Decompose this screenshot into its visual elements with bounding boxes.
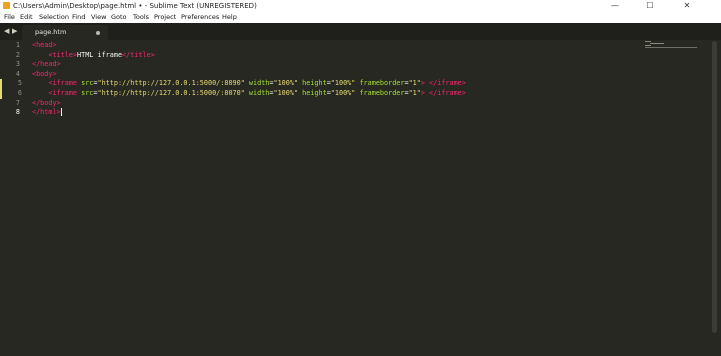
window-title: C:\Users\Admin\Desktop\page.html • - Sub…	[13, 2, 257, 10]
menu-tools[interactable]: Tools	[133, 12, 149, 23]
code-line: <iframe src="http://http://127.0.0.1:500…	[32, 79, 466, 89]
code-token: "http://http://127.0.0.1:5000/:8090"	[97, 79, 245, 88]
code-token: "100%"	[330, 89, 356, 97]
code-token: <title>	[48, 50, 78, 59]
minimap-line	[645, 47, 697, 48]
code-token: HTML iframe	[77, 50, 123, 59]
scroll-thumb[interactable]	[712, 41, 717, 333]
code-token: "100%"	[273, 79, 299, 88]
line-number: 6	[0, 89, 22, 99]
menu-view[interactable]: View	[91, 12, 106, 23]
vertical-scrollbar[interactable]	[711, 40, 718, 356]
code-line: <iframe src="http://http://127.0.0.1:500…	[32, 89, 466, 99]
line-number: 1	[15, 41, 20, 49]
menu-selection[interactable]: Selection	[39, 12, 69, 23]
code-token: "1"	[408, 79, 421, 88]
code-token: <iframe	[48, 89, 78, 97]
code-line: </head>	[32, 60, 61, 70]
code-line: <body>	[32, 70, 57, 80]
line-number: 8	[15, 108, 20, 117]
menu-find[interactable]: Find	[72, 12, 85, 23]
code-token: src	[81, 89, 94, 97]
code-token: </head>	[32, 60, 61, 69]
code-token: <iframe	[48, 79, 78, 88]
menu-bar: File Edit Selection Find View Goto Tools…	[0, 12, 721, 23]
code-line: <title>HTML iframe</title>	[32, 50, 155, 61]
tab-bar: ◀ ▶ page.htm	[0, 23, 721, 40]
code-token: <head>	[32, 41, 57, 49]
tab-page-htm[interactable]: page.htm	[22, 25, 108, 40]
code-token: "1"	[408, 89, 421, 97]
minimize-button[interactable]: —	[600, 0, 630, 12]
code-token: height	[302, 89, 327, 97]
line-number: 3	[15, 60, 20, 69]
line-number: 5	[0, 79, 22, 89]
code-token: > </iframe>	[420, 79, 466, 88]
code-token: "100%"	[273, 89, 299, 97]
code-token: "http://http://127.0.0.1:5000/:8070"	[97, 89, 245, 97]
text-cursor	[60, 108, 62, 117]
tab-next-icon[interactable]: ▶	[12, 26, 17, 36]
code-line: </body>	[32, 99, 61, 109]
minimap-line	[645, 41, 651, 42]
tab-prev-icon[interactable]: ◀	[4, 26, 9, 36]
menu-help[interactable]: Help	[222, 12, 237, 23]
menu-preferences[interactable]: Preferences	[181, 12, 219, 23]
code-token: <body>	[32, 69, 57, 78]
tab-label: page.htm	[35, 28, 67, 36]
code-line: </html>	[32, 108, 62, 118]
code-token: "100%"	[330, 79, 356, 88]
close-button[interactable]: ✕	[672, 0, 702, 12]
minimap-line	[650, 43, 664, 44]
code-token: width	[248, 79, 270, 88]
line-number: 7	[15, 98, 20, 107]
code-token: > </iframe>	[420, 89, 466, 97]
line-number-gutter: 12345678	[0, 40, 24, 356]
modified-dot-icon[interactable]	[96, 31, 100, 35]
line-number: 4	[15, 69, 20, 78]
menu-project[interactable]: Project	[154, 12, 176, 23]
menu-file[interactable]: File	[4, 12, 15, 23]
code-token: </body>	[32, 98, 61, 107]
code-token: </title>	[122, 50, 155, 59]
minimap[interactable]	[640, 40, 700, 80]
code-token: frameborder	[359, 89, 405, 97]
code-line: <head>	[32, 41, 57, 51]
menu-goto[interactable]: Goto	[111, 12, 127, 23]
code-token: width	[248, 89, 270, 97]
line-number: 2	[15, 50, 20, 59]
title-bar: C:\Users\Admin\Desktop\page.html • - Sub…	[0, 0, 721, 12]
sublime-app-icon	[3, 2, 10, 9]
code-token: </html>	[32, 108, 61, 117]
code-token: src	[81, 79, 94, 88]
code-token: frameborder	[359, 79, 405, 88]
maximize-button[interactable]: ☐	[635, 0, 665, 12]
minimap-line	[645, 45, 651, 46]
menu-edit[interactable]: Edit	[20, 12, 33, 23]
code-token: height	[302, 79, 327, 88]
